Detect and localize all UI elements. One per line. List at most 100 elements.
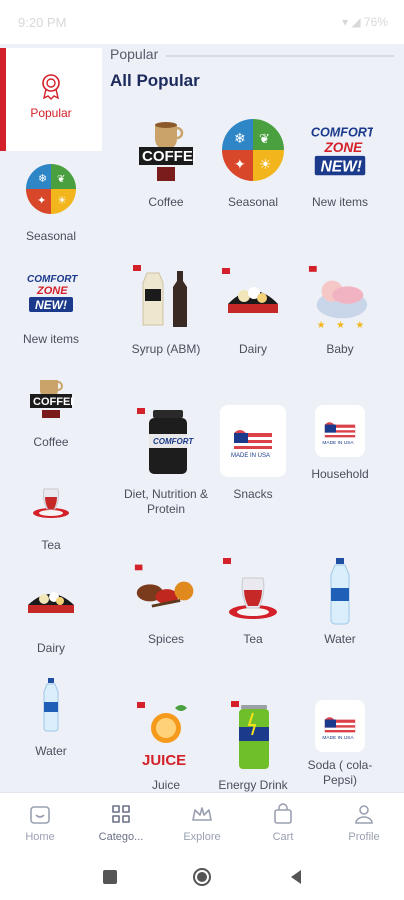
sidebar-item-tea[interactable]: Tea bbox=[0, 460, 102, 563]
svg-text:✦: ✦ bbox=[37, 194, 46, 207]
tile-label: Coffee bbox=[148, 195, 184, 209]
svg-text:★: ★ bbox=[336, 320, 345, 331]
svg-text:MADE IN USA: MADE IN USA bbox=[231, 453, 270, 459]
svg-text:COFFEE: COFFEE bbox=[142, 148, 195, 165]
tile-label: Seasonal bbox=[227, 195, 279, 209]
category-sidebar[interactable]: Popular ❄ ❦ ☀ ✦ Seasonal COMFORT ZONE NEW! Ne… bbox=[0, 48, 102, 792]
sidebar-item-seasonal[interactable]: ❄ ❦ ☀ ✦ Seasonal bbox=[0, 151, 102, 254]
bottom-navigation: Home Catego... Explore Cart Profile bbox=[0, 792, 404, 850]
sidebar-item-label: Seasonal bbox=[25, 229, 77, 243]
spices-icon bbox=[133, 555, 199, 627]
tile-label: Snacks bbox=[233, 487, 273, 501]
svg-text:☀: ☀ bbox=[259, 157, 272, 173]
nav-explore[interactable]: Explore bbox=[162, 793, 242, 851]
sidebar-item-partial[interactable] bbox=[0, 769, 102, 792]
recents-icon[interactable] bbox=[100, 867, 120, 887]
sidebar-item-popular[interactable]: Popular bbox=[0, 48, 102, 151]
tile-label: Energy Drink bbox=[218, 778, 288, 792]
tile-label: Water bbox=[324, 632, 356, 646]
dairy-icon bbox=[23, 575, 79, 627]
nav-categories[interactable]: Catego... bbox=[81, 793, 161, 851]
home-button-icon[interactable] bbox=[192, 867, 212, 887]
svg-text:MADE IN USA: MADE IN USA bbox=[322, 440, 354, 446]
tile-label: Spices bbox=[147, 632, 185, 646]
person-icon bbox=[355, 805, 373, 824]
breadcrumb-divider bbox=[166, 55, 394, 57]
status-indicators: ▾ ◢ 76% bbox=[342, 15, 388, 29]
nav-profile[interactable]: Profile bbox=[324, 793, 404, 851]
nav-label: Catego... bbox=[98, 831, 144, 843]
nav-cart[interactable]: Cart bbox=[243, 793, 323, 851]
back-icon[interactable] bbox=[286, 867, 306, 887]
dairy-icon bbox=[220, 262, 286, 334]
svg-text:☀: ☀ bbox=[57, 194, 67, 207]
sidebar-item-dairy[interactable]: Dairy bbox=[0, 563, 102, 666]
sidebar-item-label: Dairy bbox=[36, 641, 65, 655]
svg-text:COFFEE: COFFEE bbox=[33, 396, 74, 408]
nav-label: Cart bbox=[272, 831, 294, 843]
tile-label: Juice bbox=[151, 778, 180, 792]
bag-icon bbox=[274, 803, 292, 824]
system-navigation-bar bbox=[0, 850, 404, 900]
seasonal-icon: ❄ ❦ ☀ ✦ bbox=[220, 114, 286, 186]
tea-icon bbox=[220, 555, 286, 627]
svg-text:JUICE: JUICE bbox=[142, 752, 186, 769]
nav-label: Explore bbox=[183, 831, 221, 843]
tile-label: Syrup (ABM) bbox=[131, 342, 201, 356]
sidebar-item-coffee[interactable]: COFFEE Coffee bbox=[0, 357, 102, 460]
coffee-icon: COFFEE bbox=[133, 114, 199, 186]
nav-label: Profile bbox=[348, 831, 380, 843]
water-bottle-icon bbox=[23, 678, 79, 732]
nav-home[interactable]: Home bbox=[0, 793, 80, 851]
tile-label: Dairy bbox=[238, 342, 267, 356]
water-bottle-icon bbox=[307, 555, 373, 627]
coffee-icon: COFFEE bbox=[23, 369, 79, 421]
svg-text:COMFORT: COMFORT bbox=[311, 125, 373, 139]
svg-text:★: ★ bbox=[356, 320, 365, 331]
nav-label: Home bbox=[25, 831, 55, 843]
svg-text:ZONE: ZONE bbox=[323, 140, 363, 155]
leaf-icon bbox=[23, 781, 79, 792]
svg-text:COMFORT: COMFORT bbox=[27, 274, 78, 285]
seasonal-icon: ❄ ❦ ☀ ✦ bbox=[23, 163, 79, 215]
tile-label: Soda ( cola-Pepsi) bbox=[307, 758, 373, 787]
crown-icon bbox=[192, 807, 212, 821]
made-in-usa-icon: MADE IN USA bbox=[315, 700, 365, 752]
breadcrumb: Popular bbox=[110, 46, 159, 62]
syrup-icon bbox=[133, 262, 199, 334]
svg-text:MADE IN USA: MADE IN USA bbox=[322, 735, 354, 741]
svg-text:❄: ❄ bbox=[234, 131, 246, 147]
status-bar: 9:20 PM ▾ ◢ 76% bbox=[0, 0, 404, 44]
tea-icon bbox=[23, 472, 79, 524]
svg-text:NEW!: NEW! bbox=[321, 158, 362, 175]
svg-text:❦: ❦ bbox=[57, 174, 65, 185]
protein-jar-icon: COMFORT bbox=[133, 405, 199, 477]
sidebar-item-label: Tea bbox=[41, 538, 61, 552]
made-in-usa-icon: MADE IN USA bbox=[315, 405, 365, 457]
categories-icon bbox=[112, 805, 130, 823]
baby-icon: ★ ★ ★ bbox=[307, 262, 373, 334]
comfort-zone-new-icon: COMFORT ZONE NEW! bbox=[23, 266, 79, 318]
svg-text:❄: ❄ bbox=[38, 172, 47, 185]
page-title: All Popular bbox=[110, 71, 200, 90]
svg-text:✦: ✦ bbox=[234, 157, 246, 173]
comfort-zone-new-icon: COMFORT ZONE NEW! bbox=[307, 114, 373, 186]
tile-label: New items bbox=[311, 195, 368, 209]
sidebar-item-label: New items bbox=[22, 332, 79, 346]
juice-icon: JUICE bbox=[133, 700, 199, 772]
tile-label: Diet, Nutrition & Protein bbox=[123, 487, 209, 516]
badge-icon bbox=[23, 60, 79, 112]
tile-label: Household bbox=[311, 467, 369, 481]
energy-can-icon bbox=[220, 700, 286, 772]
sidebar-item-new-items[interactable]: COMFORT ZONE NEW! New items bbox=[0, 254, 102, 357]
sidebar-item-label: Coffee bbox=[33, 435, 69, 449]
sidebar-item-water[interactable]: Water bbox=[0, 666, 102, 769]
made-in-usa-icon: MADE IN USA bbox=[220, 405, 286, 477]
svg-text:ZONE: ZONE bbox=[36, 285, 68, 297]
tile-label: Baby bbox=[326, 342, 354, 356]
svg-text:★: ★ bbox=[317, 320, 326, 331]
status-time: 9:20 PM bbox=[18, 15, 67, 30]
sidebar-item-label: Water bbox=[35, 744, 67, 758]
tile-label: Tea bbox=[243, 632, 263, 646]
sidebar-item-label: Popular bbox=[30, 106, 72, 120]
